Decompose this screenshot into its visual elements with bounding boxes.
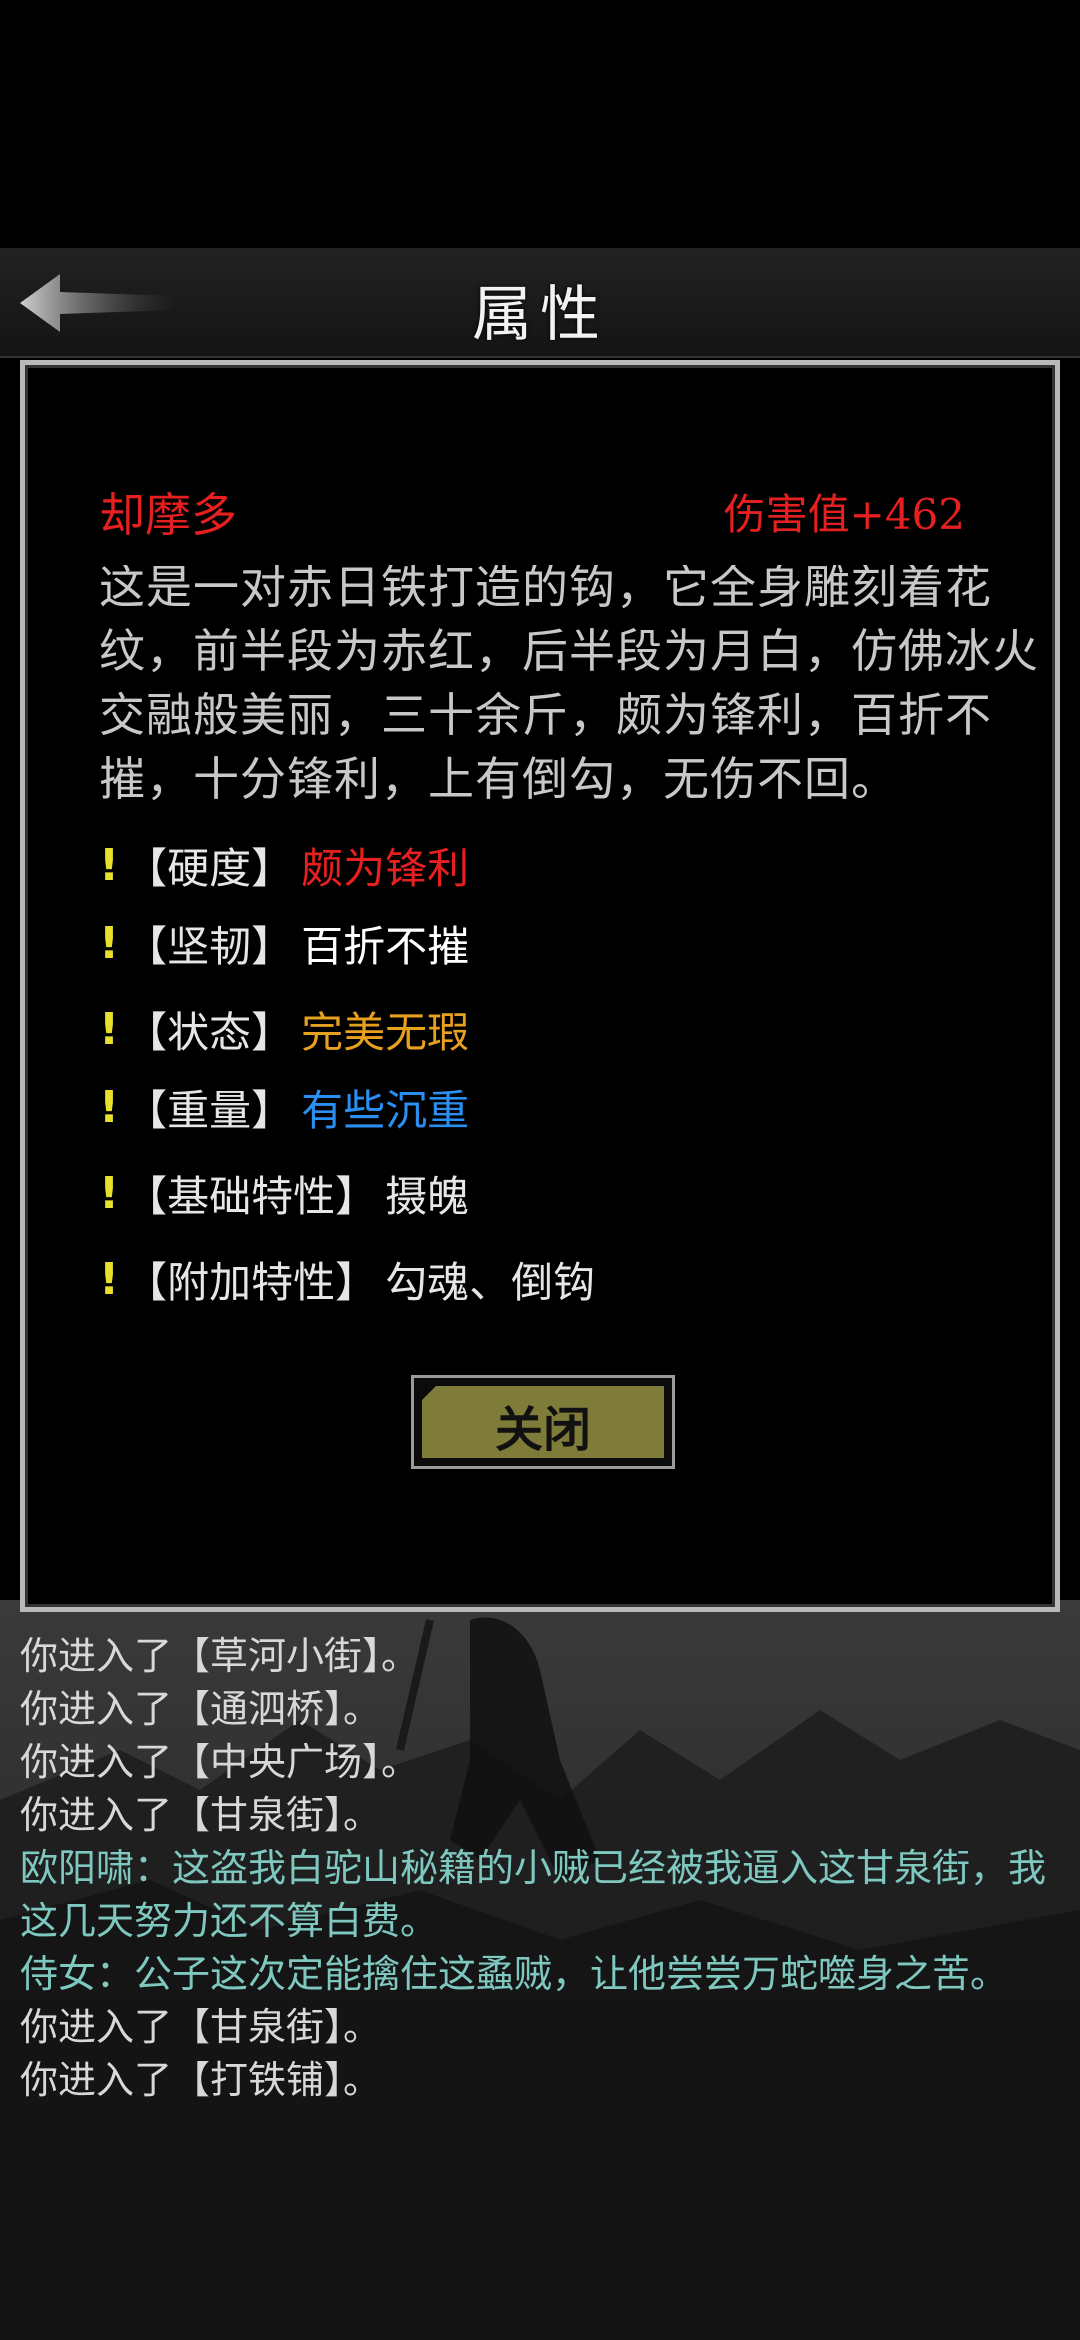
attribute-label: 【附加特性】 [125, 1258, 378, 1307]
attribute-label: 【基础特性】 [125, 1172, 378, 1221]
attribute-row-toughness: ! 【坚韧】 百折不摧 [99, 913, 469, 974]
log-line: 你进入了【打铁铺】。 [20, 2058, 382, 2102]
attribute-label: 【坚韧】 [125, 922, 294, 971]
damage-value: 伤害值+462 [723, 490, 965, 539]
exclamation-icon: ! [99, 1168, 120, 1219]
log-line: 你进入了【通泗桥】。 [20, 1687, 382, 1731]
close-button-label: 关闭 [494, 1402, 591, 1458]
exclamation-icon: ! [99, 1004, 120, 1055]
attribute-value: 勾魂、倒钩 [385, 1258, 596, 1307]
log-line: 你进入了【草河小街】。 [20, 1634, 420, 1678]
exclamation-icon: ! [99, 840, 120, 891]
log-line: 你进入了【甘泉街】。 [20, 2005, 382, 2049]
attribute-value: 完美无瑕 [301, 1008, 470, 1057]
attribute-value: 有些沉重 [301, 1086, 470, 1135]
description-scroll[interactable]: 这是一对赤日铁打造的钩，它全身雕刻着花纹，前半段为赤红，后半段为月白，仿佛冰火交… [25, 565, 1055, 845]
attribute-label: 【硬度】 [125, 844, 294, 893]
attribute-row-weight: ! 【重量】 有些沉重 [99, 1077, 469, 1138]
item-description: 这是一对赤日铁打造的钩，它全身雕刻着花纹，前半段为赤红，后半段为月白，仿佛冰火交… [99, 565, 1039, 806]
exclamation-icon: ! [99, 918, 120, 969]
attribute-label: 【重量】 [125, 1086, 294, 1135]
attribute-row-base-trait: ! 【基础特性】 摄魄 [99, 1163, 469, 1224]
item-name: 却摩多 [99, 488, 237, 542]
log-line: 你进入了【中央广场】。 [20, 1740, 420, 1784]
close-button[interactable]: 关闭 [411, 1375, 675, 1469]
page-title: 属性 [472, 280, 608, 350]
attribute-row-hardness: ! 【硬度】 颇为锋利 [99, 835, 469, 896]
exclamation-icon: ! [99, 1082, 120, 1133]
attribute-row-extra-trait: ! 【附加特性】 勾魂、倒钩 [99, 1249, 595, 1310]
log-line: 你进入了【甘泉街】。 [20, 1793, 382, 1837]
attribute-value: 摄魄 [385, 1172, 470, 1221]
attribute-value: 百折不摧 [301, 922, 470, 971]
attribute-value: 颇为锋利 [301, 844, 470, 893]
attribute-label: 【状态】 [125, 1008, 294, 1057]
item-detail-dialog: 却摩多 伤害值+462 这是一对赤日铁打造的钩，它全身雕刻着花纹，前半段为赤红，… [20, 360, 1060, 1612]
attribute-row-condition: ! 【状态】 完美无瑕 [99, 999, 469, 1060]
message-log[interactable]: 你进入了【草河小街】。 你进入了【通泗桥】。 你进入了【中央广场】。 你进入了【… [20, 1630, 1060, 2107]
top-bar: 属性 [0, 248, 1080, 358]
exclamation-icon: ! [99, 1254, 120, 1305]
log-line-dialogue: 欧阳啸：这盗我白驼山秘籍的小贼已经被我逼入这甘泉街，我这几天努力还不算白费。 [20, 1846, 1047, 1943]
log-line-dialogue: 侍女：公子这次定能擒住这蟊贼，让他尝尝万蛇噬身之苦。 [20, 1952, 1009, 1996]
